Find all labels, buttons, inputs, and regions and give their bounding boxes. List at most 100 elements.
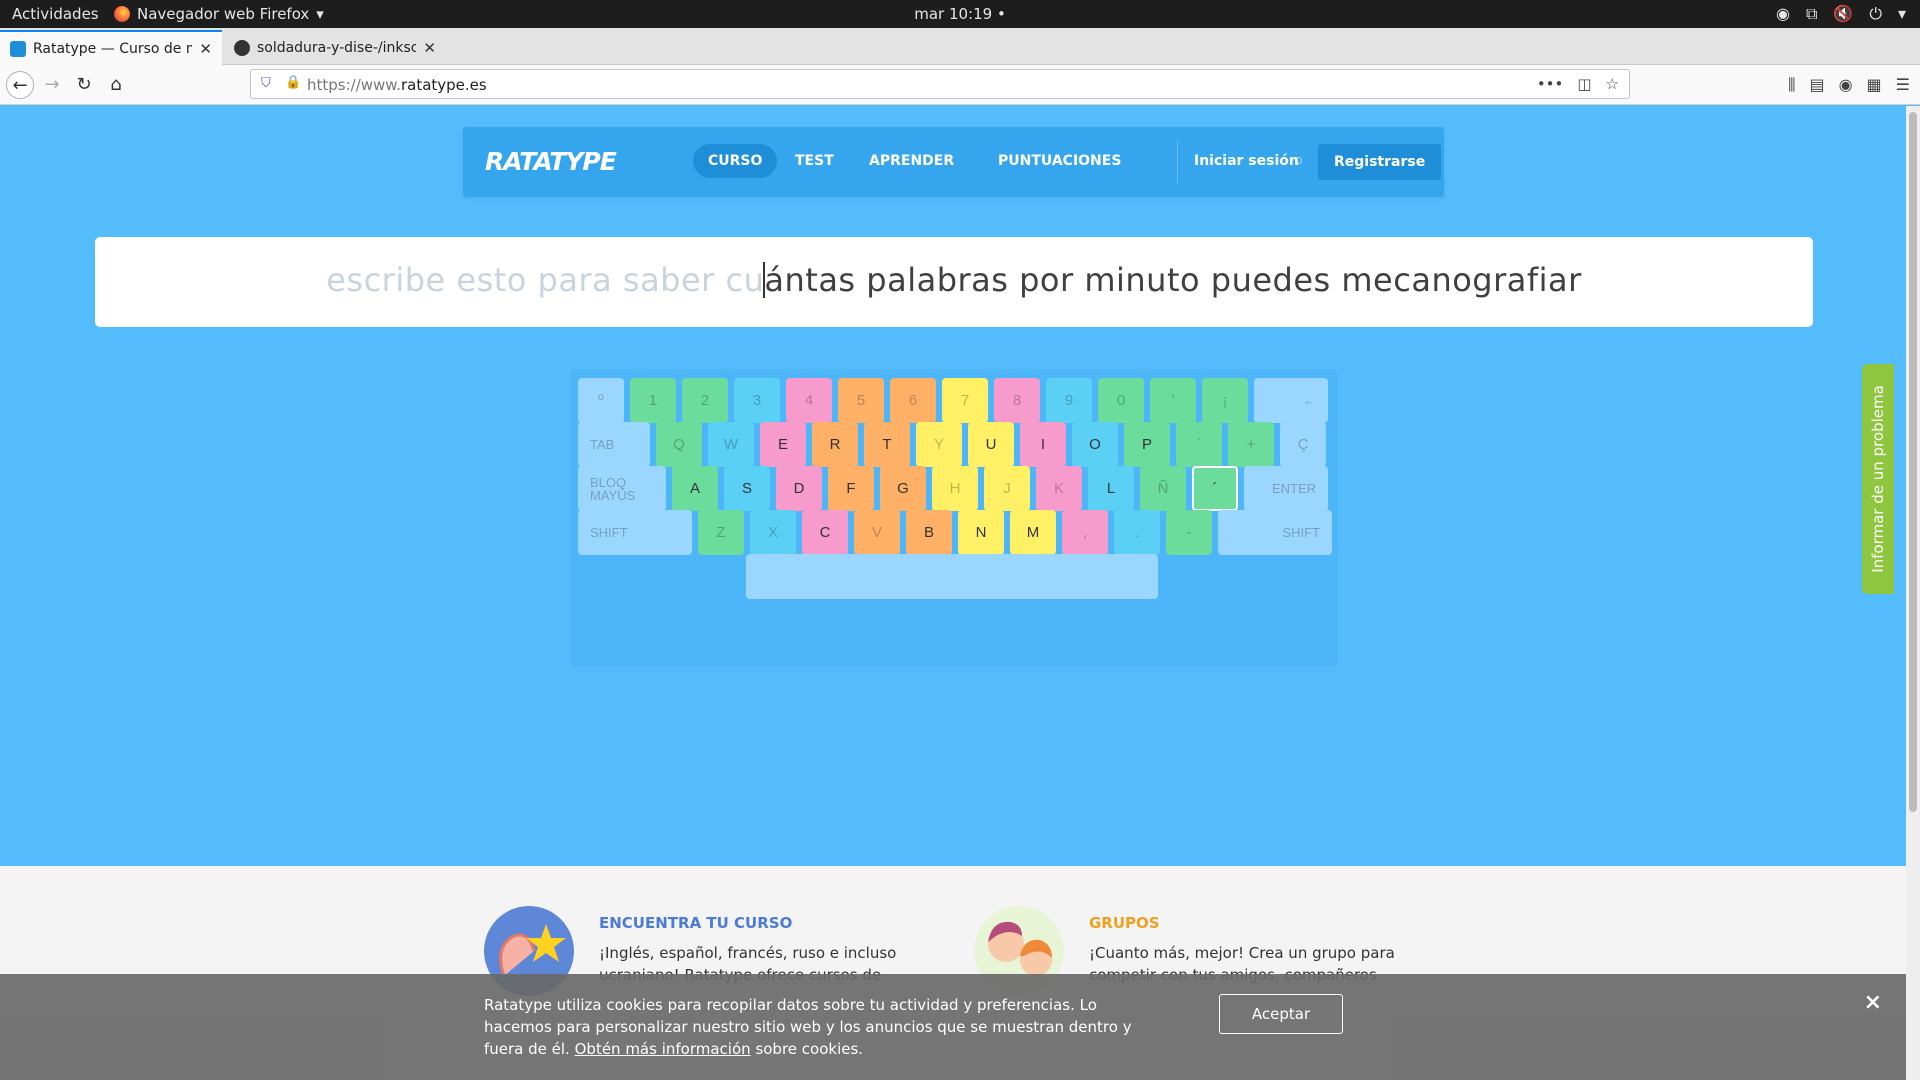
accept-cookies-button[interactable]: Aceptar [1219, 994, 1343, 1034]
key-4: 4 [786, 378, 832, 423]
bookmark-star-icon[interactable]: ☆ [1606, 75, 1619, 93]
report-problem-label: Informar de un problema [1869, 385, 1887, 573]
key-label: T [882, 436, 892, 453]
system-tray[interactable]: ◉ ⧉ 🔇 ⏻ ▾ [1776, 4, 1906, 24]
page-actions-icon[interactable]: ••• [1537, 75, 1564, 93]
key-label: ´ [1212, 480, 1218, 497]
lock-icon[interactable]: 🔒 [285, 75, 301, 90]
key-label: E [777, 436, 788, 453]
key-label: º [598, 392, 604, 409]
url-bar[interactable]: ⛉ 🔒 https://www.ratatype.es ••• ◫ ☆ [250, 69, 1630, 99]
key-2: 2 [682, 378, 728, 423]
key-symbol-0-11: ' [1150, 378, 1196, 423]
scrollbar-thumb[interactable] [1909, 112, 1917, 812]
key-label: Q [673, 436, 685, 453]
key-ç: Ç [1280, 422, 1326, 467]
back-icon[interactable]: ← [6, 71, 34, 99]
feature-course-title: ENCUENTRA TU CURSO [599, 914, 793, 932]
key-symbol-2-0: BLOQ MAYÚS [578, 466, 666, 511]
key-symbol-0-12: ¡ [1202, 378, 1248, 423]
extension-icon[interactable]: ▦ [1867, 75, 1882, 95]
feature-groups-title: GRUPOS [1089, 914, 1160, 932]
cookie-more-info-link[interactable]: Obtén más información [575, 1040, 751, 1058]
key-space [746, 554, 1158, 599]
key-label: H [949, 480, 961, 497]
key-3: 3 [734, 378, 780, 423]
key-n: N [958, 510, 1004, 555]
close-tab-icon[interactable]: ✕ [199, 40, 212, 58]
page-content: RATATYPE CURSO TEST APRENDER PUNTUACIONE… [0, 106, 1906, 1080]
library-icon[interactable]: ⫼ [1788, 75, 1795, 95]
sidebar-icon[interactable]: ▤ [1809, 75, 1824, 95]
key-label: 8 [1012, 392, 1022, 409]
key-label: SHIFT [590, 525, 628, 540]
report-problem-tab[interactable]: Informar de un problema [1862, 364, 1894, 594]
key-label: ENTER [1271, 481, 1316, 496]
login-link[interactable]: Iniciar sesión [1194, 153, 1299, 169]
typing-text-box[interactable]: escribe esto para saber cuántas palabras… [95, 237, 1813, 327]
key-w: W [708, 422, 754, 467]
menu-icon[interactable]: ☰ [1896, 75, 1910, 95]
key-label: F [846, 480, 856, 497]
key-label: 1 [648, 392, 658, 409]
cookie-text: Ratatype utiliza cookies para recopilar … [484, 994, 1164, 1060]
tab-title: Ratatype — Curso de me [32, 40, 193, 57]
key-label: 2 [700, 392, 710, 409]
volume-icon[interactable]: 🔇 [1833, 4, 1853, 24]
home-icon[interactable]: ⌂ [102, 71, 130, 99]
virtual-keyboard: º 1 2 3 4 5 6 7 8 9 0 ' ¡ ← TAB Q W E R T Y U I O P ` + Ç BLOQ MAYÚS… [571, 370, 1337, 666]
key-label: 3 [752, 392, 762, 409]
url-text[interactable]: https://www.ratatype.es [307, 76, 487, 94]
register-button[interactable]: Registrarse [1318, 144, 1442, 180]
key-q: Q [656, 422, 702, 467]
nav-curso[interactable]: CURSO [693, 144, 778, 178]
key-a: A [672, 466, 718, 511]
key-label: K [1053, 480, 1064, 497]
key-s: S [724, 466, 770, 511]
key-i: I [1020, 422, 1066, 467]
key-symbol-1-12: + [1228, 422, 1274, 467]
clock-label: mar 10:19 [914, 5, 993, 23]
key-label: 9 [1064, 392, 1074, 409]
key-p: P [1124, 422, 1170, 467]
key-label: B [923, 524, 934, 541]
forward-icon[interactable]: → [38, 71, 66, 99]
key-enter: ENTER [1244, 466, 1328, 511]
key-label: 6 [908, 392, 918, 409]
close-icon[interactable]: × [1864, 990, 1882, 1015]
navigation-toolbar: ← → ↻ ⌂ ⛉ 🔒 https://www.ratatype.es ••• … [0, 65, 1920, 105]
key-h: H [932, 466, 978, 511]
network-icon[interactable]: ⧉ [1806, 4, 1817, 24]
key-label: ' [1171, 392, 1175, 409]
power-icon[interactable]: ⏻ [1869, 4, 1882, 24]
key-shift: SHIFT [1218, 510, 1332, 555]
nav-aprender[interactable]: APRENDER [854, 144, 969, 178]
close-tab-icon[interactable]: ✕ [423, 39, 436, 57]
key-u: U [968, 422, 1014, 467]
cookie-after-text: sobre cookies. [755, 1040, 864, 1058]
key-label: W [723, 436, 739, 453]
account-icon[interactable]: ◉ [1839, 75, 1853, 95]
github-favicon-icon [234, 39, 250, 56]
key-label: Ñ [1157, 480, 1169, 497]
chevron-down-icon[interactable]: ▾ [1898, 4, 1906, 24]
page-scrollbar[interactable] [1906, 106, 1920, 1080]
nav-puntuaciones[interactable]: PUNTUACIONES [983, 144, 1136, 178]
reload-icon[interactable]: ↻ [70, 71, 98, 99]
nav-test[interactable]: TEST [780, 144, 849, 178]
clock[interactable]: mar 10:19 • [0, 5, 1920, 23]
tracking-shield-icon[interactable]: ⛉ [261, 76, 271, 91]
key-label: Z [716, 524, 726, 541]
ratatype-logo[interactable]: RATATYPE [485, 147, 617, 176]
tab-github[interactable]: soldadura-y-dise-/inkscap ✕ [224, 30, 446, 65]
key-label: V [871, 524, 882, 541]
tab-ratatype[interactable]: Ratatype — Curso de me ✕ [0, 30, 222, 65]
steam-icon[interactable]: ◉ [1776, 4, 1790, 24]
key-label: 4 [804, 392, 814, 409]
key-5: 5 [838, 378, 884, 423]
key-b: B [906, 510, 952, 555]
key-v: V [854, 510, 900, 555]
key-label: BLOQ MAYÚS [590, 474, 636, 503]
key-label: O [1089, 436, 1101, 453]
pocket-icon[interactable]: ◫ [1577, 75, 1591, 93]
